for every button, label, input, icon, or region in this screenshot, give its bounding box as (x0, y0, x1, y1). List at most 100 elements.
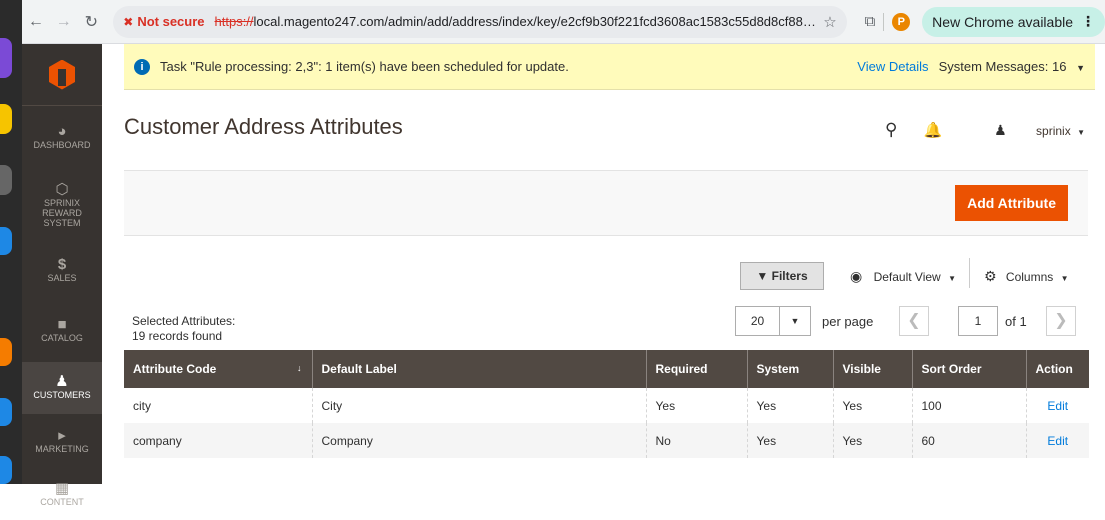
caret-down-icon: ▼ (948, 274, 956, 283)
dock-app-icon[interactable] (0, 227, 12, 255)
table-header-row: Attribute Code ↓ Default Label Required … (124, 350, 1089, 388)
column-header-label: Default Label (321, 362, 397, 376)
chevron-left-icon: ❮ (907, 312, 921, 329)
default-view-dropdown[interactable]: ◉ Default View ▼ (850, 268, 956, 285)
next-page-button[interactable]: ❯ (1046, 306, 1076, 336)
url-scheme: https:// (214, 14, 254, 29)
previous-page-button[interactable]: ❮ (899, 306, 929, 336)
table-row[interactable]: city City Yes Yes Yes 100 Edit (124, 388, 1089, 423)
per-page-select[interactable]: 20 ▼ (735, 306, 811, 336)
view-details-link[interactable]: View Details (857, 59, 928, 74)
gear-icon: ⚙ (984, 268, 997, 284)
user-icon: ♟ (994, 121, 1007, 138)
hexagon-icon: ⬡ (55, 180, 69, 198)
dock-app-icon[interactable] (0, 338, 12, 366)
notifications-bell-icon[interactable]: 🔔 (923, 121, 942, 139)
desktop-dock (0, 0, 22, 484)
dock-app-icon[interactable] (0, 104, 12, 134)
column-header-system[interactable]: System (747, 350, 834, 388)
bookmark-star-icon[interactable]: ☆ (823, 13, 836, 31)
profile-avatar[interactable]: P (892, 12, 911, 31)
not-secure-label[interactable]: Not secure (137, 14, 204, 29)
column-header-label: Sort Order (921, 362, 982, 376)
grid-toolbar-pager: Selected Attributes: 19 records found 20… (124, 286, 1088, 350)
sidebar-item-catalog[interactable]: ■ CATALOG (22, 300, 102, 362)
extensions-icon[interactable]: ⧉ (865, 13, 876, 30)
back-icon[interactable]: ← (22, 13, 50, 31)
column-header-label: Required (655, 362, 708, 376)
page-header: Customer Address Attributes ⚲ 🔔 ♟ sprini… (124, 90, 1095, 170)
toolbar-divider (883, 12, 885, 31)
records-found-count: 19 records found (132, 329, 223, 343)
kebab-menu-icon[interactable]: ⋮ (1081, 13, 1095, 30)
add-attribute-button[interactable]: Add Attribute (955, 185, 1068, 221)
edit-link[interactable]: Edit (1047, 434, 1068, 448)
sidebar-item-customers[interactable]: ♟ CUSTOMERS (22, 362, 102, 414)
chevron-right-icon: ❯ (1054, 312, 1068, 329)
cell-action: Edit (1026, 388, 1089, 423)
column-header-attribute-code[interactable]: Attribute Code ↓ (124, 350, 313, 388)
cell-default-label: Company (312, 423, 647, 458)
grid-toolbar-top: ▼ Filters ◉ Default View ▼ ⚙ Columns ▼ (124, 236, 1088, 290)
per-page-label: per page (822, 314, 874, 329)
header-actions: ⚲ 🔔 ♟ sprinix ▼ (859, 120, 1085, 140)
dock-app-icon[interactable] (0, 398, 12, 426)
cell-system: Yes (747, 388, 834, 423)
column-header-sort-order[interactable]: Sort Order (912, 350, 1027, 388)
sidebar-item-sprinix-reward-system[interactable]: ⬡ SPRINIX REWARD SYSTEM (22, 170, 102, 242)
search-icon[interactable]: ⚲ (885, 120, 897, 140)
cell-required: No (646, 423, 748, 458)
toolbar-divider (969, 258, 970, 288)
dashboard-icon: ◕ (57, 122, 67, 140)
selected-attributes-label: Selected Attributes: (132, 314, 236, 328)
system-message-bar: i Task "Rule processing: 2,3": 1 item(s)… (124, 44, 1095, 90)
cell-sort-order: 100 (912, 388, 1027, 423)
system-messages-label: System Messages: 16 (938, 59, 1067, 74)
sidebar-item-content[interactable]: ▦ CONTENT (22, 470, 102, 520)
cell-action: Edit (1026, 423, 1089, 458)
cell-required: Yes (646, 388, 748, 423)
dock-app-icon[interactable] (0, 165, 12, 195)
address-bar[interactable]: ✖ Not secure https:// local.magento247.c… (113, 5, 847, 38)
sidebar-item-label: MARKETING (35, 443, 89, 454)
user-menu[interactable]: ♟ sprinix ▼ (968, 122, 1085, 139)
magento-logo-icon (49, 59, 75, 90)
not-secure-icon: ✖ (123, 14, 134, 29)
records-summary: Selected Attributes: 19 records found (132, 314, 235, 344)
sidebar-item-sales[interactable]: $ SALES (22, 242, 102, 300)
cell-visible: Yes (833, 423, 913, 458)
sidebar-item-marketing[interactable]: ▸ MARKETING (22, 414, 102, 470)
funnel-icon: ▼ (756, 269, 769, 283)
chrome-update-button[interactable]: New Chrome available ⋮ (922, 6, 1105, 37)
attributes-grid: Attribute Code ↓ Default Label Required … (124, 350, 1089, 458)
sidebar-item-label: CONTENT (40, 496, 84, 507)
system-messages-dropdown[interactable]: System Messages: 16 ▼ (939, 59, 1085, 74)
system-message-text: Task "Rule processing: 2,3": 1 item(s) h… (160, 59, 569, 74)
column-header-default-label[interactable]: Default Label (312, 350, 647, 388)
dock-app-icon[interactable] (0, 456, 12, 484)
cell-attribute-code: company (124, 423, 313, 458)
dock-app-icon[interactable] (0, 38, 12, 78)
update-label: New Chrome available (932, 13, 1074, 30)
reload-icon[interactable]: ↻ (78, 12, 106, 32)
edit-link[interactable]: Edit (1047, 399, 1068, 413)
url-text: local.magento247.com/admin/add/address/i… (253, 14, 818, 29)
columns-dropdown[interactable]: ⚙ Columns ▼ (984, 268, 1069, 285)
page-number-input[interactable]: 1 (958, 306, 998, 336)
forward-icon[interactable]: → (50, 13, 78, 31)
page-title: Customer Address Attributes (124, 114, 403, 139)
table-row[interactable]: company Company No Yes Yes 60 Edit (124, 423, 1089, 458)
megaphone-icon: ▸ (58, 426, 66, 444)
column-header-label: Attribute Code (133, 362, 217, 376)
sidebar-item-label: CATALOG (41, 332, 83, 343)
cell-system: Yes (747, 423, 834, 458)
column-header-visible[interactable]: Visible (833, 350, 913, 388)
total-pages-label: of 1 (1005, 314, 1027, 329)
default-view-label: Default View (873, 270, 941, 284)
magento-logo[interactable] (22, 44, 102, 106)
column-header-required[interactable]: Required (646, 350, 748, 388)
sidebar-item-dashboard[interactable]: ◕ DASHBOARD (22, 106, 102, 170)
caret-down-icon[interactable]: ▼ (780, 307, 810, 335)
caret-down-icon: ▼ (1076, 63, 1085, 73)
per-page-value: 20 (736, 307, 780, 335)
